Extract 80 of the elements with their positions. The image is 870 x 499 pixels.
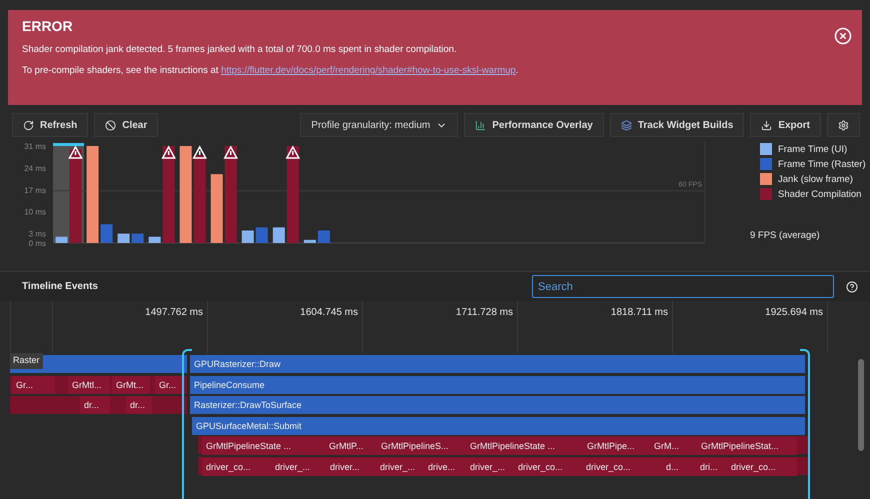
- timeline-event[interactable]: PipelineConsume: [190, 376, 805, 394]
- timeline-event[interactable]: GrMt...: [112, 376, 150, 394]
- legend-label: Frame Time (UI): [778, 144, 848, 154]
- clear-button[interactable]: Clear: [94, 113, 158, 137]
- error-title: ERROR: [22, 18, 74, 34]
- timeline-event[interactable]: dr...: [126, 396, 152, 414]
- timeline-event[interactable]: GrMtlPipelineS...: [377, 437, 466, 455]
- timeline-event[interactable]: driver_co...: [514, 458, 582, 476]
- timeline-event[interactable]: Gr...: [155, 376, 185, 394]
- download-icon: [761, 120, 772, 130]
- settings-icon: [838, 120, 849, 130]
- timeline-event[interactable]: Gr...: [12, 376, 55, 394]
- settings-button[interactable]: [827, 113, 860, 137]
- close-button[interactable]: [834, 27, 852, 45]
- track-label: Raster: [10, 353, 43, 369]
- timeline-title: Timeline Events: [22, 281, 99, 292]
- timeline-event[interactable]: driver_co...: [202, 458, 271, 476]
- axis-label: 24 ms: [24, 164, 46, 173]
- shader-bar[interactable]: [70, 149, 82, 243]
- timeline-event[interactable]: drive...: [424, 458, 466, 476]
- timeline-event[interactable]: Rasterizer::DrawToSurface: [190, 396, 805, 414]
- toggle-button[interactable]: Performance Overlay: [464, 113, 604, 137]
- ui-bar[interactable]: [304, 240, 316, 243]
- bar-chart-icon: [475, 120, 486, 130]
- timeline-event[interactable]: driver_co...: [727, 458, 797, 476]
- shader-bar[interactable]: [224, 146, 237, 243]
- axis-label: 10 ms: [24, 208, 46, 217]
- toggle-button[interactable]: Track Widget Builds: [610, 113, 744, 137]
- shader-bar[interactable]: [286, 146, 299, 243]
- ui-bar[interactable]: [148, 236, 161, 243]
- timeline-event[interactable]: dr...: [80, 396, 110, 414]
- ban-icon: [105, 120, 116, 130]
- time-tick: 1497.762 ms: [145, 307, 203, 320]
- export-button[interactable]: Export: [750, 113, 821, 137]
- average-fps: 9 FPS (average): [750, 230, 820, 241]
- granularity-dropdown[interactable]: Profile granularity: medium: [300, 113, 458, 137]
- timeline-event[interactable]: GrMtlP...: [325, 437, 377, 455]
- time-tick: 1604.745 ms: [300, 307, 358, 320]
- timeline-event[interactable]: GrMtl...: [68, 376, 110, 394]
- timeline-event[interactable]: driver_...: [271, 458, 326, 476]
- ui-bar[interactable]: [56, 236, 68, 243]
- time-tick: 1925.694 ms: [765, 307, 823, 320]
- legend-label: Jank (slow frame): [778, 174, 853, 184]
- raster-bar[interactable]: [318, 230, 330, 243]
- timeline-event[interactable]: driver_co...: [582, 458, 662, 476]
- jank-bar[interactable]: [86, 146, 99, 243]
- timeline-event[interactable]: dri...: [696, 458, 727, 476]
- timeline-event[interactable]: GPUSurfaceMetal::Submit: [192, 416, 805, 434]
- axis-label: 17 ms: [24, 186, 46, 195]
- search-field[interactable]: Search: [532, 275, 834, 298]
- timeline-event[interactable]: driver_...: [376, 458, 424, 476]
- timeline-event[interactable]: driver_...: [466, 458, 514, 476]
- error-message: Shader compilation jank detected. 5 frames janked with a total of 700.0 ms spent in shader compilation.: [22, 44, 458, 55]
- timeline-event[interactable]: d...: [662, 458, 696, 476]
- timeline-event[interactable]: GrM...: [650, 437, 697, 455]
- timeline-event[interactable]: GrMtlPipelineState ...: [202, 437, 325, 455]
- ui-bar[interactable]: [272, 227, 285, 243]
- timeline-event[interactable]: GPURasterizer::Draw: [190, 355, 805, 373]
- timeline-event[interactable]: GrMtlPipelineState ...: [466, 437, 583, 455]
- help-icon[interactable]: [846, 280, 858, 292]
- refresh-button[interactable]: Refresh: [12, 113, 88, 137]
- jank-bar[interactable]: [180, 146, 192, 243]
- axis-label: 31 ms: [24, 142, 46, 151]
- raster-bar[interactable]: [100, 224, 113, 243]
- scrollbar[interactable]: [858, 359, 864, 451]
- time-tick: 1711.728 ms: [456, 307, 513, 320]
- refresh-icon: [23, 120, 34, 130]
- timeline-event[interactable]: GrMtlPipelineStat...: [697, 437, 797, 455]
- timeline-event[interactable]: GrMtlPipe...: [583, 437, 650, 455]
- error-hint: To pre-compile shaders, see the instructions at https://flutter.dev/docs/perf/rendering/shader#how-to-use-sksl-warmup.: [22, 65, 520, 76]
- ui-bar[interactable]: [242, 230, 254, 243]
- time-tick: 1818.711 ms: [610, 307, 668, 320]
- legend-label: Frame Time (Raster): [778, 158, 866, 170]
- shader-bar[interactable]: [162, 146, 175, 243]
- legend-label: Shader Compilation: [778, 188, 862, 200]
- axis-label: 3 ms: [28, 230, 46, 239]
- ui-bar[interactable]: [118, 234, 130, 243]
- layers-icon: [620, 120, 632, 130]
- axis-label: 0 ms: [28, 239, 46, 248]
- timeline-event[interactable]: driver...: [326, 458, 376, 476]
